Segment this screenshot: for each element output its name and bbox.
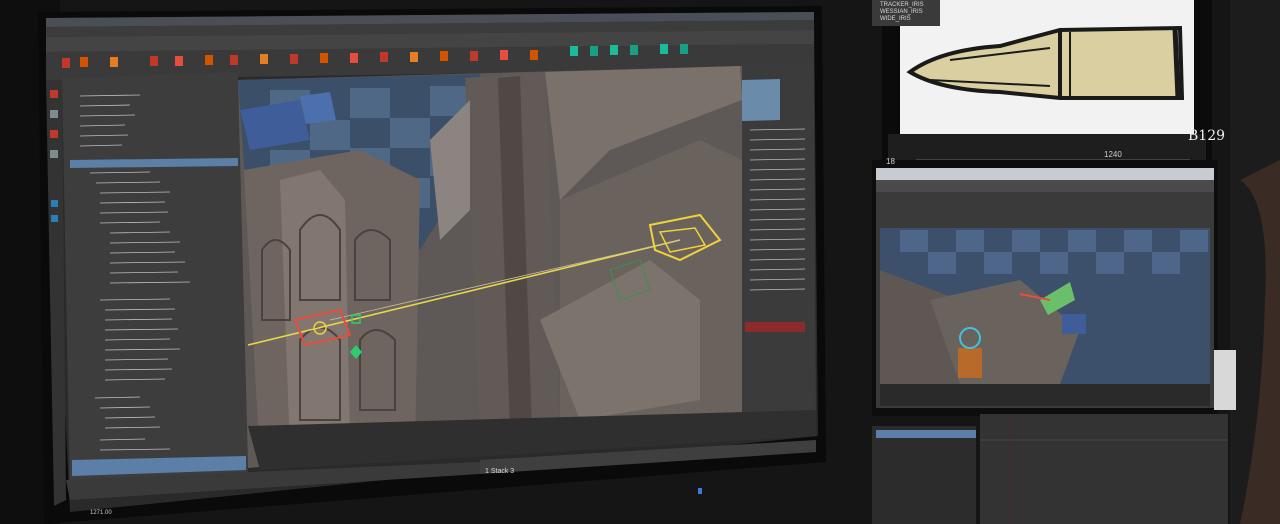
timeline-readout: 1271.00 xyxy=(90,510,112,516)
side-menu-item[interactable]: WESSIAN_IRIS xyxy=(880,9,923,15)
camera-view-monitor xyxy=(872,160,1218,416)
storyboard-frame-counter: 1240 xyxy=(1104,150,1122,159)
storyboard-frame-left: 18 xyxy=(886,157,895,166)
left-monitor xyxy=(38,6,826,524)
workstation-photo xyxy=(0,0,1280,524)
storyboard-panel-code: B129 xyxy=(1188,128,1226,144)
maya-status-text: 1 Stack 3 xyxy=(485,468,515,475)
side-menu-item[interactable]: TRACKER_IRIS xyxy=(880,2,924,8)
side-menu-item[interactable]: WIDE_IRIS xyxy=(880,16,911,22)
side-menu: TRACKER_IRIS WESSIAN_IRIS WIDE_IRIS xyxy=(876,0,940,24)
